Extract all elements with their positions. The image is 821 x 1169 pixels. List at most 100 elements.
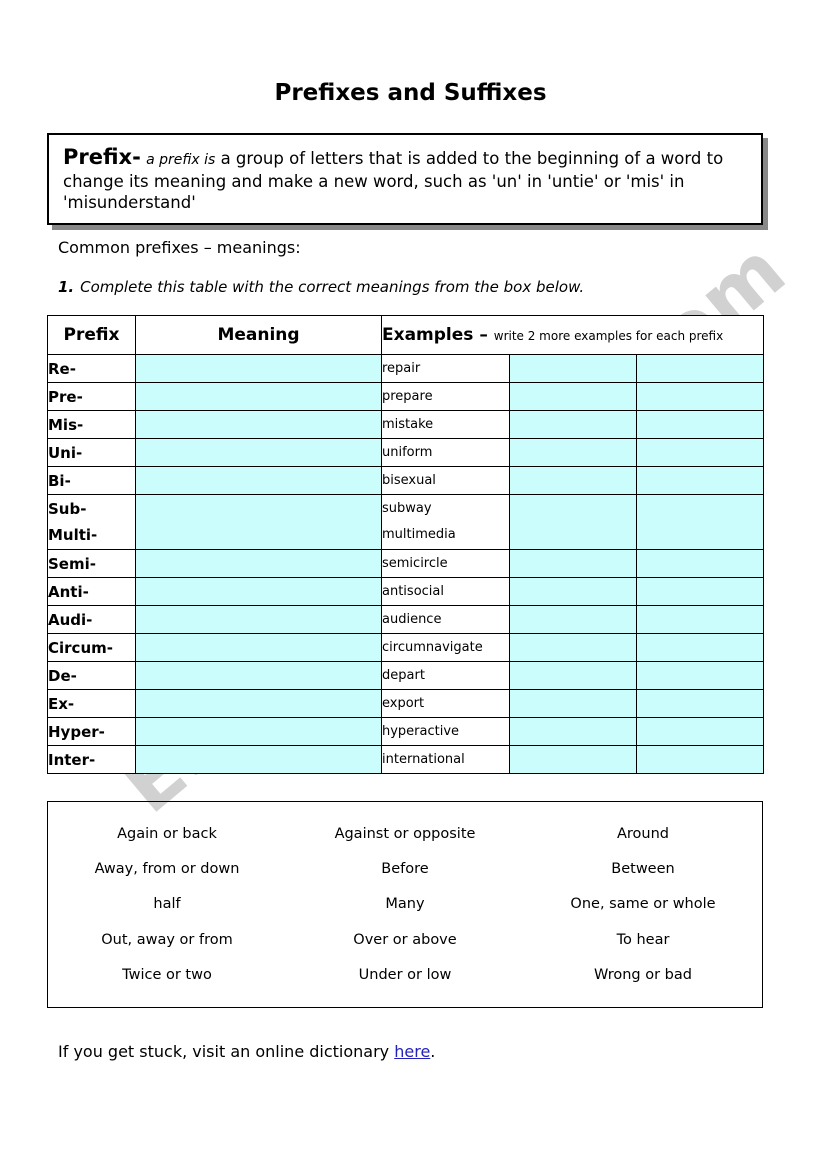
word-bank-item[interactable]: Between <box>524 859 762 879</box>
example-answer-cell[interactable] <box>509 438 637 467</box>
meaning-answer-cell[interactable] <box>135 382 382 411</box>
example-answer-cell[interactable] <box>635 633 765 662</box>
definition-italic: a prefix is <box>146 152 216 168</box>
example-answer-cell[interactable] <box>635 577 765 606</box>
meaning-answer-cell[interactable] <box>135 577 382 606</box>
table-row: Semi-semicircle <box>47 549 765 578</box>
prefix-cell: Inter- <box>47 745 136 774</box>
example-answer-cell[interactable] <box>635 605 765 634</box>
dictionary-link[interactable]: here <box>394 1042 430 1061</box>
footer-after: . <box>430 1042 436 1061</box>
example-answer-cell[interactable] <box>509 410 637 439</box>
table-row: Sub- Multi-subway multimedia <box>47 494 765 550</box>
example-answer-cell[interactable] <box>509 466 637 495</box>
meaning-answer-cell[interactable] <box>135 689 382 718</box>
example-answer-cell[interactable] <box>635 689 765 718</box>
example-cell: uniform <box>381 438 510 467</box>
worksheet-page: ESLprintables.com Prefixes and Suffixes … <box>0 0 821 1169</box>
example-answer-cell[interactable] <box>509 577 637 606</box>
word-bank-item[interactable]: Before <box>286 859 524 879</box>
word-bank-item[interactable]: half <box>48 894 286 914</box>
definition-box: Prefix- a prefix is a group of letters t… <box>47 133 763 225</box>
lead-in-text: Common prefixes – meanings: <box>58 238 301 257</box>
example-answer-cell[interactable] <box>635 717 765 746</box>
definition-term: Prefix- <box>63 145 141 169</box>
example-cell: semicircle <box>381 549 510 578</box>
table-row: Inter-international <box>47 745 765 774</box>
header-prefix: Prefix <box>47 315 136 355</box>
meaning-answer-cell[interactable] <box>135 717 382 746</box>
example-cell: international <box>381 745 510 774</box>
prefix-cell: Hyper- <box>47 717 136 746</box>
meaning-answer-cell[interactable] <box>135 661 382 690</box>
example-answer-cell[interactable] <box>635 438 765 467</box>
example-answer-cell[interactable] <box>509 717 637 746</box>
prefix-cell: Anti- <box>47 577 136 606</box>
example-answer-cell[interactable] <box>635 661 765 690</box>
example-answer-cell[interactable] <box>509 633 637 662</box>
instruction-line: 1. Complete this table with the correct m… <box>58 278 584 296</box>
example-answer-cell[interactable] <box>509 549 637 578</box>
example-answer-cell[interactable] <box>635 494 765 550</box>
word-bank-item[interactable]: One, same or whole <box>524 894 762 914</box>
word-bank-item[interactable]: Against or opposite <box>286 824 524 844</box>
example-answer-cell[interactable] <box>635 549 765 578</box>
prefix-cell: Pre- <box>47 382 136 411</box>
example-answer-cell[interactable] <box>509 605 637 634</box>
table-row: Pre-prepare <box>47 382 765 411</box>
header-examples-big: Examples – <box>382 325 488 345</box>
table-row: Audi-audience <box>47 605 765 634</box>
meaning-answer-cell[interactable] <box>135 605 382 634</box>
meaning-answer-cell[interactable] <box>135 549 382 578</box>
example-cell: depart <box>381 661 510 690</box>
example-answer-cell[interactable] <box>635 354 765 383</box>
example-answer-cell[interactable] <box>635 382 765 411</box>
word-bank-item[interactable]: Again or back <box>48 824 286 844</box>
example-answer-cell[interactable] <box>509 354 637 383</box>
example-answer-cell[interactable] <box>509 689 637 718</box>
prefix-cell: Semi- <box>47 549 136 578</box>
example-answer-cell[interactable] <box>635 466 765 495</box>
word-bank-item[interactable]: Out, away or from <box>48 930 286 950</box>
word-bank-item[interactable]: Twice or two <box>48 965 286 985</box>
meaning-answer-cell[interactable] <box>135 466 382 495</box>
example-answer-cell[interactable] <box>509 661 637 690</box>
prefix-cell: Circum- <box>47 633 136 662</box>
example-answer-cell[interactable] <box>509 745 637 774</box>
example-answer-cell[interactable] <box>509 382 637 411</box>
table-row: Circum-circumnavigate <box>47 633 765 662</box>
example-cell: subway multimedia <box>381 494 510 550</box>
word-bank-item[interactable]: Many <box>286 894 524 914</box>
example-answer-cell[interactable] <box>635 410 765 439</box>
footer-before: If you get stuck, visit an online dictio… <box>58 1042 395 1061</box>
example-answer-cell[interactable] <box>509 494 637 550</box>
table-row: Re-repair <box>47 354 765 383</box>
meaning-answer-cell[interactable] <box>135 494 382 550</box>
prefix-cell: Re- <box>47 354 136 383</box>
prefix-cell: Ex- <box>47 689 136 718</box>
example-cell: audience <box>381 605 510 634</box>
table-row: Mis-mistake <box>47 410 765 439</box>
word-bank-item[interactable]: Away, from or down <box>48 859 286 879</box>
footer-line: If you get stuck, visit an online dictio… <box>58 1042 435 1061</box>
prefix-label: Sub- <box>48 500 87 518</box>
word-bank-item[interactable]: To hear <box>524 930 762 950</box>
meaning-answer-cell[interactable] <box>135 438 382 467</box>
meaning-answer-cell[interactable] <box>135 410 382 439</box>
header-examples: Examples – write 2 more examples for eac… <box>380 315 765 355</box>
word-bank-item[interactable]: Around <box>524 824 762 844</box>
example-answer-cell[interactable] <box>635 745 765 774</box>
meaning-answer-cell[interactable] <box>135 745 382 774</box>
instruction-number: 1. <box>58 278 75 296</box>
word-bank-row: Away, from or down Before Between <box>48 859 762 879</box>
word-bank-row: Again or back Against or opposite Around <box>48 824 762 844</box>
word-bank-item[interactable]: Wrong or bad <box>524 965 762 985</box>
meaning-answer-cell[interactable] <box>135 633 382 662</box>
meaning-answer-cell[interactable] <box>135 354 382 383</box>
word-bank-item[interactable]: Under or low <box>286 965 524 985</box>
example-cell: mistake <box>381 410 510 439</box>
example-cell: export <box>381 689 510 718</box>
instruction-text: Complete this table with the correct mea… <box>80 278 585 296</box>
example-cell: hyperactive <box>381 717 510 746</box>
word-bank-item[interactable]: Over or above <box>286 930 524 950</box>
